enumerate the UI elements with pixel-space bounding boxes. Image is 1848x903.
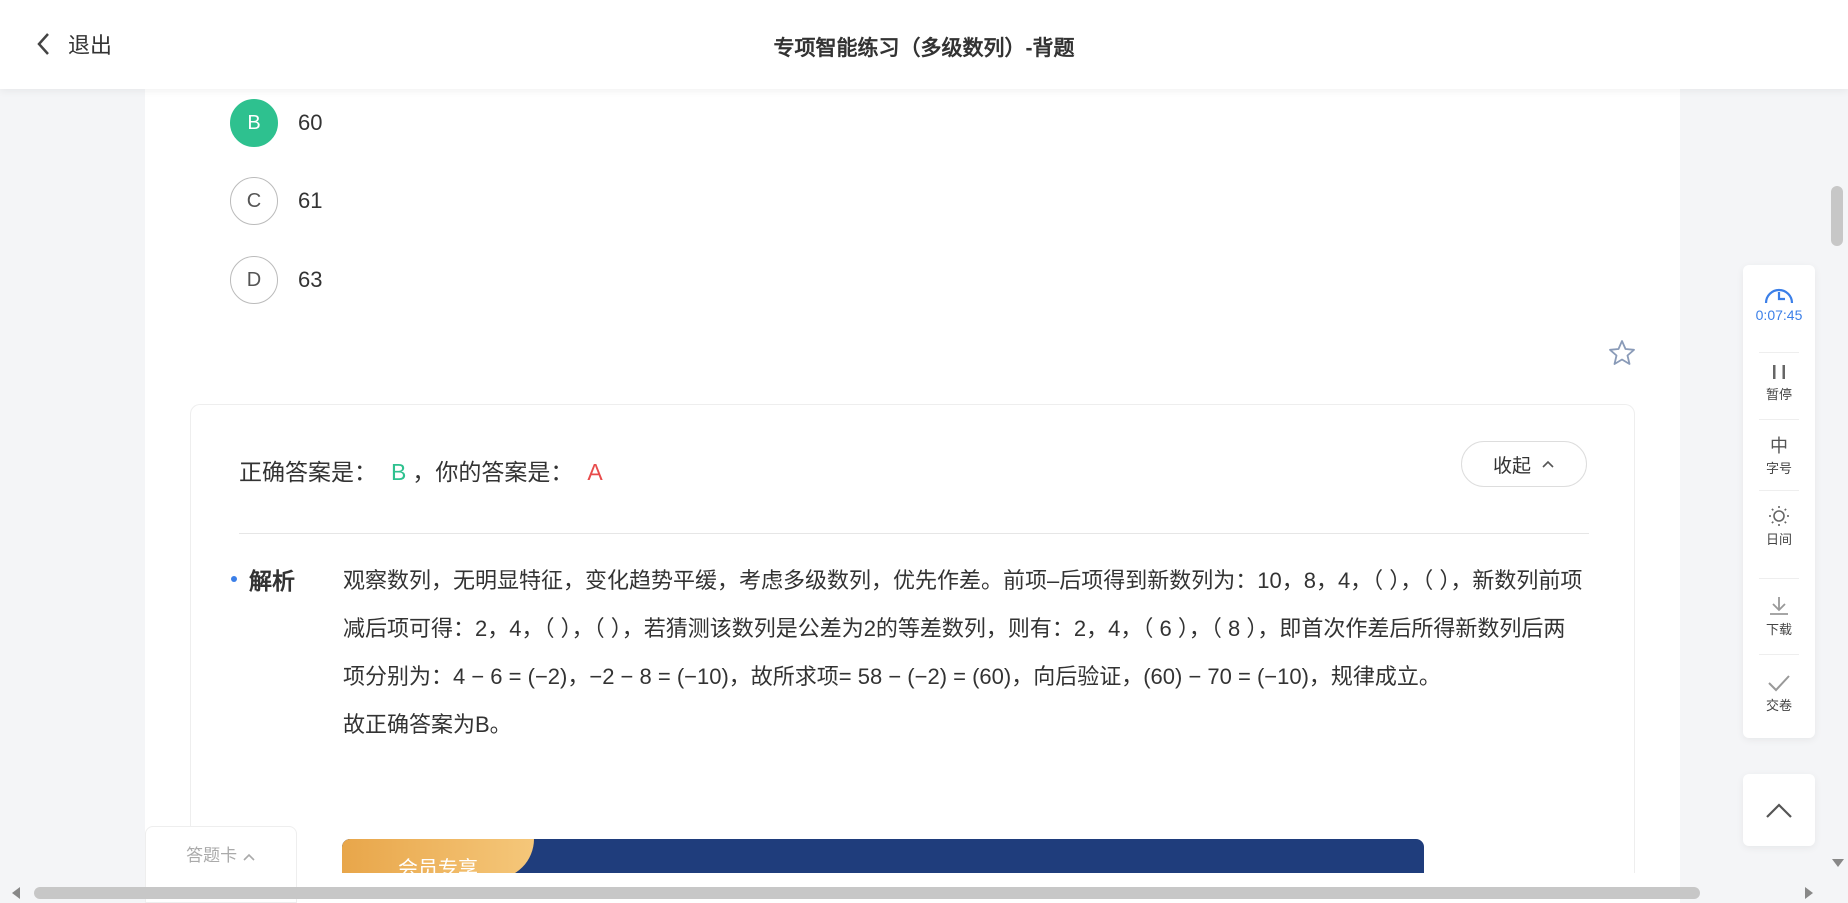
option-c-text: 61 [298, 188, 323, 213]
submit-label: 交卷 [1765, 698, 1792, 713]
question-panel: B 60 C 61 D 63 正确答案是： B ，你的答案是： A 收起 解析 观察数… [145, 89, 1680, 903]
option-b[interactable]: B 60 [230, 99, 322, 147]
check-icon [1768, 675, 1790, 692]
submit-button[interactable]: 交卷 [1743, 673, 1815, 714]
scroll-down-arrow-icon[interactable] [1832, 859, 1844, 867]
horizontal-scroll-thumb[interactable] [34, 887, 1700, 899]
page-title: 专项智能练习（多级数列）-背题 [773, 37, 1075, 60]
font-size-label: 字号 [1765, 461, 1792, 476]
option-d-letter: D [230, 256, 278, 304]
analysis-heading: 解析 [231, 562, 295, 596]
side-toolbar: 0:07:45 暂停 中 字号 日间 下载 交卷 [1743, 265, 1815, 738]
option-d[interactable]: D 63 [230, 256, 322, 304]
your-answer: A [587, 459, 603, 485]
top-bar: 退出 专项智能练习（多级数列）-背题 [0, 0, 1848, 89]
correct-answer: B [391, 459, 407, 485]
option-d-text: 63 [298, 267, 323, 292]
analysis-label: 解析 [249, 568, 295, 594]
font-size-button[interactable]: 中 字号 [1743, 432, 1815, 477]
chevron-up-icon [1542, 460, 1554, 468]
timer: 0:07:45 [1743, 283, 1815, 323]
scroll-right-arrow-icon[interactable] [1805, 887, 1813, 899]
favorite-star-icon[interactable] [1607, 338, 1637, 368]
separator [1759, 578, 1799, 579]
scroll-left-arrow-icon[interactable] [12, 887, 20, 899]
separator [1759, 654, 1799, 655]
collapse-label: 收起 [1492, 455, 1531, 477]
vertical-scrollbar[interactable] [1826, 89, 1848, 879]
bullet-icon [231, 576, 237, 582]
timer-value: 0:07:45 [1755, 307, 1803, 323]
option-c-letter: C [230, 177, 278, 225]
separator [1759, 352, 1799, 353]
option-b-text: 60 [298, 110, 323, 135]
day-mode-label: 日间 [1765, 532, 1792, 547]
day-mode-button[interactable]: 日间 [1743, 505, 1815, 548]
vertical-scroll-thumb[interactable] [1831, 186, 1843, 246]
back-to-top-button[interactable] [1743, 774, 1815, 846]
pause-button[interactable]: 暂停 [1743, 362, 1815, 403]
pause-icon [1773, 365, 1785, 379]
horizontal-scrollbar[interactable] [0, 883, 1825, 901]
font-size-icon: 中 [1770, 436, 1788, 456]
analysis-body: 观察数列，无明显特征，变化趋势平缓，考虑多级数列，优先作差。前项–后项得到新数列… [343, 557, 1585, 749]
sun-icon [1769, 506, 1789, 526]
your-answer-prefix: ，你的答案是： [412, 459, 574, 485]
download-button[interactable]: 下载 [1743, 595, 1815, 638]
download-icon [1770, 597, 1788, 615]
analysis-conclusion: 故正确答案为B。 [343, 712, 512, 737]
correct-answer-prefix: 正确答案是： [239, 459, 377, 485]
download-label: 下载 [1765, 622, 1792, 637]
separator [1759, 490, 1799, 491]
answer-section: 正确答案是： B ，你的答案是： A 收起 解析 观察数列，无明显特征，变化趋势平缓，… [190, 404, 1635, 903]
option-c[interactable]: C 61 [230, 177, 322, 225]
collapse-button[interactable]: 收起 [1461, 441, 1587, 487]
clock-icon [1764, 288, 1794, 304]
pause-label: 暂停 [1765, 387, 1792, 402]
divider [239, 533, 1589, 534]
chevron-up-icon [1766, 803, 1792, 818]
analysis-paragraph: 观察数列，无明显特征，变化趋势平缓，考虑多级数列，优先作差。前项–后项得到新数列… [343, 568, 1583, 689]
answer-card-label: 答题卡 [186, 846, 238, 865]
option-b-letter: B [230, 99, 278, 147]
separator [1759, 419, 1799, 420]
chevron-up-icon [243, 853, 255, 861]
answer-summary: 正确答案是： B ，你的答案是： A [239, 453, 603, 487]
